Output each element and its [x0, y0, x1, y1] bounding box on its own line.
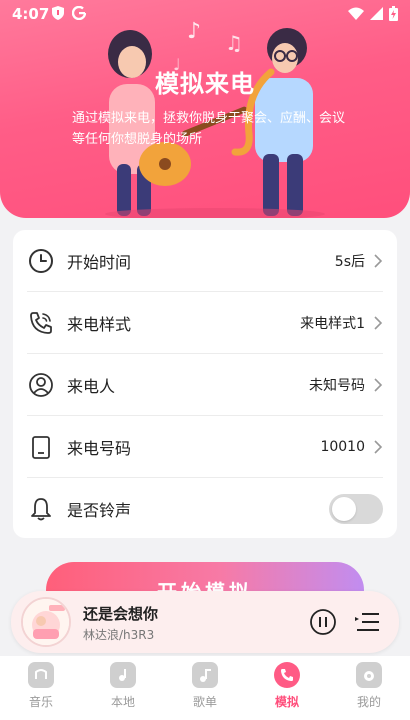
song-title: 还是会想你	[83, 605, 159, 623]
header-banner: 4:07 ♪ ♫ ♩ 模拟来电 通过模拟来电，拯救你脱身于聚会、应酬、会议等任何…	[0, 0, 410, 218]
nav-label: 歌单	[192, 695, 217, 709]
nav-item-mine[interactable]: 我的	[328, 656, 410, 720]
shield-icon	[52, 6, 64, 20]
nav-item-playlist[interactable]: 歌单	[164, 656, 246, 720]
nav-label: 模拟	[274, 695, 299, 709]
chevron-right-icon	[374, 315, 383, 330]
setting-row-caller[interactable]: 来电人 未知号码	[27, 354, 383, 416]
setting-label: 来电号码	[67, 438, 132, 458]
profile-icon	[356, 662, 382, 688]
svg-text:♫: ♫	[225, 31, 243, 55]
settings-card: 开始时间 5s后 来电样式 来电样式1 来电人 未知号码 来电号码 10010 …	[13, 230, 397, 538]
page-description: 通过模拟来电，拯救你脱身于聚会、应酬、会议等任何你想脱身的场所	[72, 111, 346, 147]
mini-player[interactable]: 还是会想你 林达浪/h3R3	[11, 591, 399, 653]
nav-label: 我的	[356, 695, 381, 709]
nav-item-music[interactable]: 音乐	[0, 656, 82, 720]
clock-icon	[27, 247, 55, 275]
album-cover	[21, 597, 71, 647]
folder-music-icon	[110, 662, 136, 688]
user-icon	[27, 371, 55, 399]
nav-item-local[interactable]: 本地	[82, 656, 164, 720]
page-title: 模拟来电	[155, 70, 255, 98]
setting-label: 来电人	[67, 376, 116, 396]
chevron-right-icon	[374, 439, 383, 454]
svg-text:♪: ♪	[187, 19, 201, 44]
setting-value: 来电样式1	[300, 315, 365, 332]
setting-label: 来电样式	[67, 314, 132, 334]
nav-label: 本地	[110, 695, 135, 709]
phone-icon	[274, 662, 300, 688]
setting-value: 未知号码	[309, 377, 365, 394]
setting-label: 是否铃声	[67, 501, 132, 520]
music-icon	[28, 662, 54, 688]
status-time: 4:07	[12, 5, 50, 23]
bottom-navigation: 音乐 本地 歌单 模拟 我的	[0, 656, 410, 720]
battery-icon	[389, 6, 398, 21]
setting-label: 开始时间	[67, 252, 132, 272]
chevron-right-icon	[374, 377, 383, 392]
playlist-icon[interactable]	[353, 608, 381, 636]
phone-call-icon	[27, 309, 55, 337]
setting-row-caller-number[interactable]: 来电号码 10010	[27, 416, 383, 478]
chevron-right-icon	[374, 253, 383, 268]
ringtone-toggle[interactable]	[329, 494, 383, 524]
signal-icon	[370, 7, 383, 20]
setting-row-ringtone: 是否铃声	[27, 478, 383, 540]
setting-value: 5s后	[334, 253, 365, 270]
setting-value: 10010	[320, 438, 365, 455]
toggle-knob	[332, 497, 356, 521]
song-artist: 林达浪/h3R3	[83, 628, 155, 642]
wifi-icon	[348, 7, 364, 20]
pause-icon[interactable]	[309, 608, 337, 636]
nav-label: 音乐	[28, 695, 53, 709]
google-icon	[72, 6, 86, 20]
bell-icon	[27, 495, 55, 523]
nav-item-simulate[interactable]: 模拟	[246, 656, 328, 720]
setting-row-start-time[interactable]: 开始时间 5s后	[27, 230, 383, 292]
tablet-icon	[27, 433, 55, 461]
playlist-note-icon	[192, 662, 218, 688]
setting-row-call-style[interactable]: 来电样式 来电样式1	[27, 292, 383, 354]
